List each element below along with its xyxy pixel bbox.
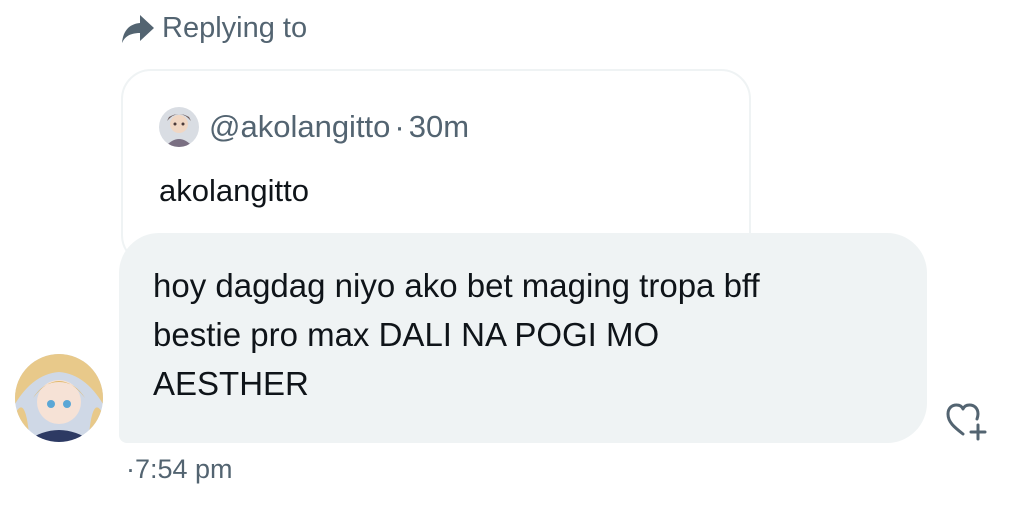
add-reaction-button[interactable] [944,401,988,441]
message-text-line-2: bestie pro max DALI NA POGI MO [153,316,660,353]
quoted-message-text: akolangitto [159,173,309,208]
message-bubble[interactable]: hoy dagdag niyo ako bet maging tropa bff… [119,233,927,443]
quoted-handle[interactable]: @akolangitto [209,109,390,145]
message-text-line-1: hoy dagdag niyo ako bet maging tropa bff [153,267,760,304]
message-text-line-3: AESTHER [153,365,309,402]
sender-avatar[interactable] [15,354,103,442]
quoted-time: 30m [408,109,470,144]
replying-to-indicator: Replying to [120,12,307,45]
message-timestamp: ·7:54 pm [126,454,233,484]
quoted-user-avatar [159,107,199,147]
dm-conversation: Replying to @akolangitto · 30m akolangit… [0,0,1020,506]
separator-dot: · [394,109,405,144]
quoted-message-header: @akolangitto · 30m [159,107,469,147]
replying-to-label: Replying to [162,12,308,44]
heart-plus-icon [946,403,987,441]
reply-arrow-icon [122,14,154,43]
